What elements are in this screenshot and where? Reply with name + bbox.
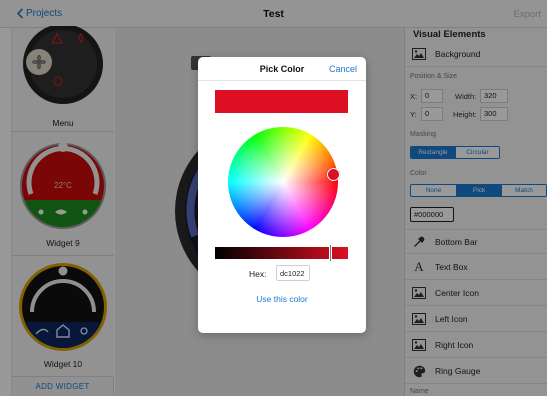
brightness-slider-handle[interactable] <box>329 244 332 262</box>
pick-color-dialog: Pick Color Cancel Hex: Use this color <box>198 57 366 333</box>
color-preview-swatch <box>215 90 348 113</box>
color-wheel[interactable] <box>228 127 338 237</box>
hex-label: Hex: <box>249 269 267 279</box>
use-this-color-button[interactable]: Use this color <box>198 294 366 304</box>
cancel-button[interactable]: Cancel <box>329 64 357 74</box>
dialog-header: Pick Color Cancel <box>198 57 366 81</box>
color-wheel-handle[interactable] <box>327 168 340 181</box>
hex-input[interactable] <box>276 265 310 281</box>
